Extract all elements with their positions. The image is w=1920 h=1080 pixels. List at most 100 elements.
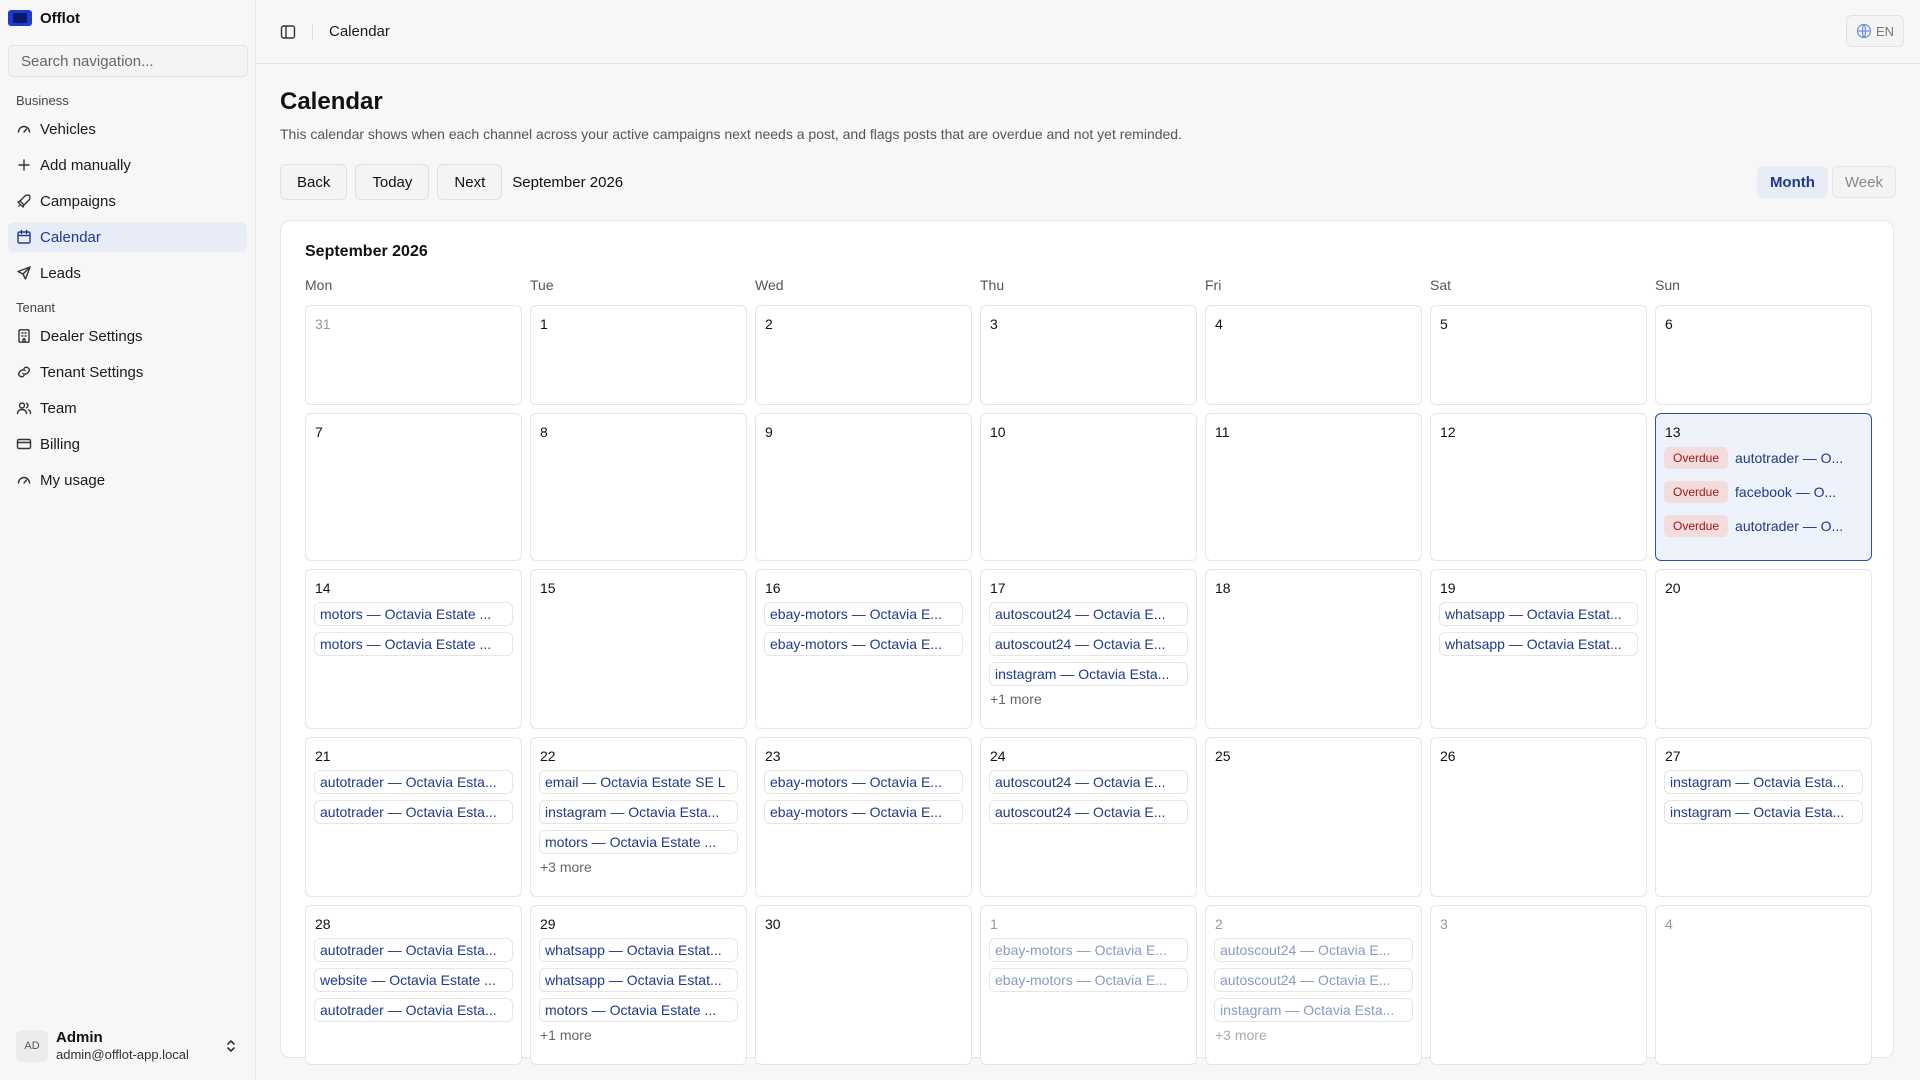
calendar-day[interactable]: 28 autotrader — Octavia Esta... website — … bbox=[305, 905, 522, 1065]
calendar-event[interactable]: email — Octavia Estate SE L bbox=[539, 770, 738, 794]
calendar-day[interactable]: 7 bbox=[305, 413, 522, 561]
calendar-event[interactable]: whatsapp — Octavia Estat... bbox=[1439, 602, 1638, 626]
calendar-event[interactable]: motors — Octavia Estate ... bbox=[314, 632, 513, 656]
sidebar-item-my-usage[interactable]: My usage bbox=[8, 465, 247, 495]
calendar-event[interactable]: autoscout24 — Octavia E... bbox=[989, 800, 1188, 824]
sidebar-toggle-button[interactable] bbox=[276, 20, 300, 44]
calendar-day[interactable]: 3 bbox=[1430, 905, 1647, 1065]
calendar-event[interactable]: motors — Octavia Estate ... bbox=[539, 830, 738, 854]
overdue-event[interactable]: Overdue autotrader — O... bbox=[1664, 444, 1863, 472]
calendar-day[interactable]: 16 ebay-motors — Octavia E... ebay-motors … bbox=[755, 569, 972, 729]
event-label: ebay-motors — Octavia E... bbox=[995, 942, 1167, 958]
calendar-event[interactable]: whatsapp — Octavia Estat... bbox=[539, 938, 738, 962]
user-menu[interactable]: AD Admin admin@offlot-app.local bbox=[8, 1026, 247, 1066]
calendar-day[interactable]: 19 whatsapp — Octavia Estat... whatsapp — … bbox=[1430, 569, 1647, 729]
calendar-day[interactable]: 4 bbox=[1655, 905, 1872, 1065]
calendar-event[interactable]: autotrader — Octavia Esta... bbox=[314, 998, 513, 1022]
week-view-button[interactable]: Week bbox=[1831, 166, 1896, 198]
calendar-day[interactable]: 3 bbox=[980, 305, 1197, 405]
calendar-event[interactable]: ebay-motors — Octavia E... bbox=[764, 632, 963, 656]
calendar-day[interactable]: 1 ebay-motors — Octavia E... ebay-motors —… bbox=[980, 905, 1197, 1065]
calendar-day[interactable]: 27 instagram — Octavia Esta... instagram —… bbox=[1655, 737, 1872, 897]
calendar-day[interactable]: 20 bbox=[1655, 569, 1872, 729]
calendar-day[interactable]: 2 autoscout24 — Octavia E... autoscout24 —… bbox=[1205, 905, 1422, 1065]
calendar-event[interactable]: autoscout24 — Octavia E... bbox=[1214, 938, 1413, 962]
calendar-day[interactable]: 26 bbox=[1430, 737, 1647, 897]
day-number: 11 bbox=[1215, 424, 1230, 440]
calendar-event[interactable]: ebay-motors — Octavia E... bbox=[989, 968, 1188, 992]
overdue-event[interactable]: Overdue autotrader — O... bbox=[1664, 512, 1863, 540]
sidebar-item-team[interactable]: Team bbox=[8, 393, 247, 423]
sidebar-item-leads[interactable]: Leads bbox=[8, 258, 247, 288]
calendar-event[interactable]: motors — Octavia Estate ... bbox=[539, 998, 738, 1022]
sidebar-item-vehicles[interactable]: Vehicles bbox=[8, 114, 247, 144]
more-events-link[interactable]: +1 more bbox=[989, 691, 1188, 707]
calendar-event[interactable]: autotrader — Octavia Esta... bbox=[314, 770, 513, 794]
calendar-day[interactable]: 2 bbox=[755, 305, 972, 405]
language-button[interactable]: EN bbox=[1846, 15, 1904, 47]
overdue-event[interactable]: Overdue facebook — O... bbox=[1664, 478, 1863, 506]
calendar-day[interactable]: 24 autoscout24 — Octavia E... autoscout24 … bbox=[980, 737, 1197, 897]
calendar-event[interactable]: autotrader — Octavia Esta... bbox=[314, 938, 513, 962]
calendar-event[interactable]: autoscout24 — Octavia E... bbox=[989, 770, 1188, 794]
calendar-event[interactable]: instagram — Octavia Esta... bbox=[989, 662, 1188, 686]
calendar-day[interactable]: 22 email — Octavia Estate SE L instagram —… bbox=[530, 737, 747, 897]
event-label: ebay-motors — Octavia E... bbox=[770, 606, 942, 622]
sidebar-item-campaigns[interactable]: Campaigns bbox=[8, 186, 247, 216]
calendar-day[interactable]: 21 autotrader — Octavia Esta... autotrader… bbox=[305, 737, 522, 897]
more-events-link[interactable]: +3 more bbox=[1214, 1027, 1413, 1043]
calendar-day[interactable]: 25 bbox=[1205, 737, 1422, 897]
calendar-event[interactable]: autoscout24 — Octavia E... bbox=[989, 602, 1188, 626]
calendar-day[interactable]: 6 bbox=[1655, 305, 1872, 405]
calendar-event[interactable]: ebay-motors — Octavia E... bbox=[764, 770, 963, 794]
calendar-event[interactable]: motors — Octavia Estate ... bbox=[314, 602, 513, 626]
more-events-link[interactable]: +1 more bbox=[539, 1027, 738, 1043]
calendar-event[interactable]: autoscout24 — Octavia E... bbox=[1214, 968, 1413, 992]
calendar-event[interactable]: instagram — Octavia Esta... bbox=[1214, 998, 1413, 1022]
month-view-button[interactable]: Month bbox=[1756, 166, 1828, 198]
calendar-event[interactable]: instagram — Octavia Esta... bbox=[1664, 800, 1863, 824]
more-events-link[interactable]: +3 more bbox=[539, 859, 738, 875]
sidebar-item-add-manually[interactable]: Add manually bbox=[8, 150, 247, 180]
calendar-event[interactable]: autotrader — Octavia Esta... bbox=[314, 800, 513, 824]
sidebar-item-billing[interactable]: Billing bbox=[8, 429, 247, 459]
next-button[interactable]: Next bbox=[437, 164, 503, 200]
brand[interactable]: Offlot bbox=[8, 0, 247, 36]
calendar-day[interactable]: 1 bbox=[530, 305, 747, 405]
calendar-day[interactable]: 11 bbox=[1205, 413, 1422, 561]
calendar-day[interactable]: 5 bbox=[1430, 305, 1647, 405]
calendar-event[interactable]: ebay-motors — Octavia E... bbox=[764, 602, 963, 626]
calendar-event[interactable]: instagram — Octavia Esta... bbox=[1664, 770, 1863, 794]
calendar-day[interactable]: 4 bbox=[1205, 305, 1422, 405]
sidebar-item-dealer-settings[interactable]: Dealer Settings bbox=[8, 321, 247, 351]
calendar-day[interactable]: 31 bbox=[305, 305, 522, 405]
calendar-event[interactable]: whatsapp — Octavia Estat... bbox=[539, 968, 738, 992]
sidebar-item-tenant-settings[interactable]: Tenant Settings bbox=[8, 357, 247, 387]
calendar-event[interactable]: ebay-motors — Octavia E... bbox=[989, 938, 1188, 962]
calendar-day[interactable]: 9 bbox=[755, 413, 972, 561]
calendar-day[interactable]: 8 bbox=[530, 413, 747, 561]
calendar-day[interactable]: 17 autoscout24 — Octavia E... autoscout24 … bbox=[980, 569, 1197, 729]
calendar-day[interactable]: 12 bbox=[1430, 413, 1647, 561]
calendar-event[interactable]: ebay-motors — Octavia E... bbox=[764, 800, 963, 824]
event-label: instagram — Octavia Esta... bbox=[545, 804, 720, 820]
sidebar-item-calendar[interactable]: Calendar bbox=[8, 222, 247, 252]
calendar-event[interactable]: instagram — Octavia Esta... bbox=[539, 800, 738, 824]
calendar-event[interactable]: autoscout24 — Octavia E... bbox=[989, 632, 1188, 656]
calendar-day-today[interactable]: 13 Overdue autotrader — O... Overdue faceboo… bbox=[1655, 413, 1872, 561]
calendar-day[interactable]: 18 bbox=[1205, 569, 1422, 729]
calendar-day[interactable]: 14 motors — Octavia Estate ... motors — Oc… bbox=[305, 569, 522, 729]
calendar-day[interactable]: 23 ebay-motors — Octavia E... ebay-motors … bbox=[755, 737, 972, 897]
calendar-event[interactable]: website — Octavia Estate ... bbox=[314, 968, 513, 992]
calendar-day[interactable]: 29 whatsapp — Octavia Estat... whatsapp — … bbox=[530, 905, 747, 1065]
calendar-day[interactable]: 30 bbox=[755, 905, 972, 1065]
back-button[interactable]: Back bbox=[280, 164, 348, 200]
today-button[interactable]: Today bbox=[355, 164, 430, 200]
calendar-event[interactable]: whatsapp — Octavia Estat... bbox=[1439, 632, 1638, 656]
plus-icon bbox=[18, 159, 30, 171]
chevron-up-down-icon bbox=[227, 1040, 235, 1052]
event-label: autotrader — O... bbox=[1735, 450, 1844, 466]
calendar-day[interactable]: 15 bbox=[530, 569, 747, 729]
search-navigation-input[interactable] bbox=[8, 45, 248, 77]
calendar-day[interactable]: 10 bbox=[980, 413, 1197, 561]
